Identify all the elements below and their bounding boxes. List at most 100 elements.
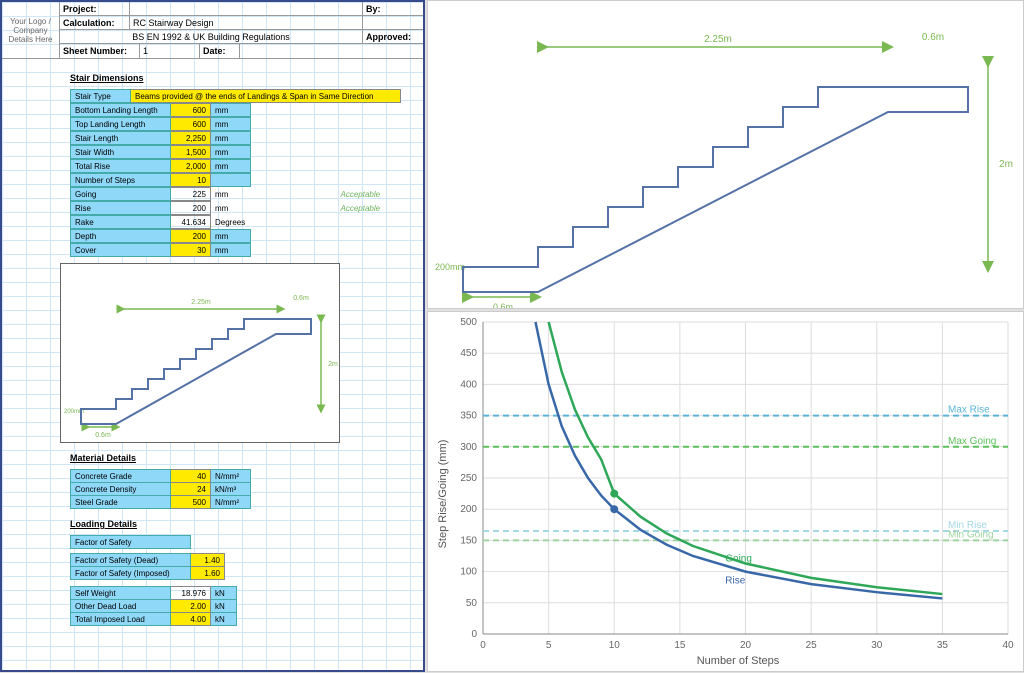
stair-type-value[interactable]: Beams provided @ the ends of Landings & … <box>131 90 401 103</box>
svg-text:0.6m: 0.6m <box>922 32 944 43</box>
param-value[interactable]: 4.00 <box>171 613 211 626</box>
svg-text:200mm: 200mm <box>435 262 465 272</box>
status-text: Acceptable <box>251 188 385 201</box>
param-value[interactable]: 200 <box>171 230 211 243</box>
param-label: Total Rise <box>71 160 171 173</box>
section-title-stair: Stair Dimensions <box>70 73 413 83</box>
stair-large-diagram: 2.25m 0.6m 2m 200mm 0.6m <box>427 0 1024 309</box>
sheet-number[interactable]: 1 <box>140 44 200 58</box>
header-block: Your Logo / Company Details Here Project… <box>2 2 423 59</box>
svg-text:Step Rise/Going (mm): Step Rise/Going (mm) <box>437 440 449 549</box>
param-label: Number of Steps <box>71 174 171 187</box>
svg-text:500: 500 <box>460 317 477 328</box>
code-reference: BS EN 1992 & UK Building Regulations <box>60 30 363 43</box>
param-unit: kN/m³ <box>211 483 251 496</box>
svg-text:25: 25 <box>806 640 818 651</box>
param-value[interactable]: 40 <box>171 470 211 483</box>
param-label: Total Imposed Load <box>71 613 171 626</box>
stair-type-row: Stair Type Beams provided @ the ends of … <box>70 89 401 103</box>
svg-text:Rise: Rise <box>725 576 745 587</box>
svg-text:50: 50 <box>466 598 478 609</box>
param-label: Concrete Grade <box>71 470 171 483</box>
status-text: Acceptable <box>251 202 385 215</box>
param-unit: kN <box>211 587 237 600</box>
sheet-label: Sheet Number: <box>60 44 140 58</box>
param-value[interactable]: 1.40 <box>191 554 225 567</box>
param-value[interactable]: 1,500 <box>171 146 211 159</box>
chart-step-curves: Step Rise/Going (mm) Number of Steps 0 5 1… <box>427 311 1024 672</box>
svg-text:0: 0 <box>480 640 486 651</box>
param-unit: Degrees <box>211 216 251 229</box>
param-label: Concrete Density <box>71 483 171 496</box>
svg-text:250: 250 <box>460 473 477 484</box>
svg-text:30: 30 <box>871 640 883 651</box>
param-unit: N/mm² <box>211 496 251 509</box>
param-label: Self Weight <box>71 587 171 600</box>
svg-text:Max Rise: Max Rise <box>948 405 990 416</box>
svg-text:5: 5 <box>546 640 552 651</box>
param-label: Rise <box>71 202 171 215</box>
param-label: Bottom Landing Length <box>71 104 171 117</box>
param-unit: mm <box>211 160 251 173</box>
param-label: Depth <box>71 230 171 243</box>
svg-text:0.6m: 0.6m <box>493 302 513 308</box>
svg-text:300: 300 <box>460 442 477 453</box>
preview-panel: 2.25m 0.6m 2m 200mm 0.6m Step Rise/Going… <box>425 0 1024 672</box>
param-value: 41.634 <box>171 216 211 229</box>
param-unit: mm <box>211 146 251 159</box>
calculation-label: Calculation: <box>60 16 130 29</box>
param-label: Cover <box>71 244 171 257</box>
param-unit: mm <box>211 230 251 243</box>
logo-placeholder: Your Logo / Company Details Here <box>2 2 60 58</box>
param-label: Stair Length <box>71 132 171 145</box>
param-value[interactable]: 2,000 <box>171 160 211 173</box>
svg-text:150: 150 <box>460 535 477 546</box>
param-unit: kN <box>211 600 237 613</box>
svg-text:2.25m: 2.25m <box>704 34 732 45</box>
param-label: Rake <box>71 216 171 229</box>
svg-text:2.25m: 2.25m <box>191 299 211 306</box>
param-value[interactable]: 24 <box>171 483 211 496</box>
param-label: Stair Width <box>71 146 171 159</box>
svg-text:10: 10 <box>609 640 621 651</box>
svg-text:Number of Steps: Number of Steps <box>697 655 780 667</box>
param-unit: mm <box>211 132 251 145</box>
project-label: Project: <box>60 2 130 15</box>
param-value[interactable]: 600 <box>171 104 211 117</box>
section-title-material: Material Details <box>70 453 413 463</box>
svg-text:2m: 2m <box>328 361 338 368</box>
param-unit: mm <box>211 188 251 201</box>
spreadsheet-panel: Your Logo / Company Details Here Project… <box>0 0 425 672</box>
param-value[interactable]: 30 <box>171 244 211 257</box>
param-value[interactable]: 600 <box>171 118 211 131</box>
param-value[interactable]: 1.60 <box>191 567 225 580</box>
param-value[interactable]: 2,250 <box>171 132 211 145</box>
svg-text:450: 450 <box>460 348 477 359</box>
calculation-value[interactable]: RC Stairway Design <box>130 16 363 29</box>
stair-type-label: Stair Type <box>71 90 131 103</box>
date-label: Date: <box>200 44 240 58</box>
param-label: Factor of Safety (Imposed) <box>71 567 191 580</box>
param-unit <box>211 174 251 187</box>
approved-label: Approved: <box>363 30 423 43</box>
param-label: Going <box>71 188 171 201</box>
param-label: Factor of Safety (Dead) <box>71 554 191 567</box>
param-value: 18.976 <box>171 587 211 600</box>
svg-text:0: 0 <box>471 629 477 640</box>
svg-text:Going: Going <box>725 553 752 564</box>
section-title-loading: Loading Details <box>70 519 413 529</box>
param-value[interactable]: 2.00 <box>171 600 211 613</box>
param-value[interactable]: 10 <box>171 174 211 187</box>
svg-text:200: 200 <box>460 504 477 515</box>
param-unit: mm <box>211 202 251 215</box>
svg-text:350: 350 <box>460 411 477 422</box>
param-value: 225 <box>171 188 211 201</box>
svg-text:Min Going: Min Going <box>948 529 994 540</box>
svg-text:400: 400 <box>460 379 477 390</box>
param-unit: mm <box>211 118 251 131</box>
param-value: 200 <box>171 202 211 215</box>
svg-text:40: 40 <box>1002 640 1014 651</box>
param-unit: mm <box>211 104 251 117</box>
svg-text:35: 35 <box>937 640 949 651</box>
param-value[interactable]: 500 <box>171 496 211 509</box>
